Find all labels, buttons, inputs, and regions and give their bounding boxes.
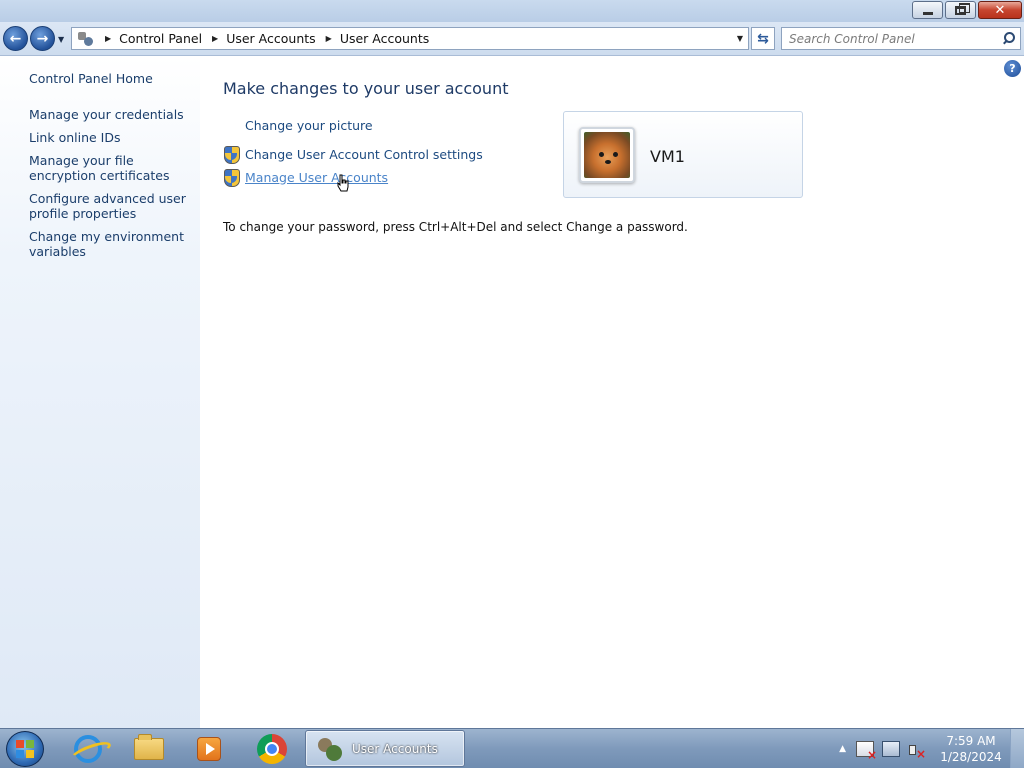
sidebar-item-encryption-certificates[interactable]: Manage your file encryption certificates: [29, 153, 194, 183]
system-tray: ▲ 7:59 AM 1/28/2024: [839, 729, 1024, 768]
search-icon[interactable]: [1000, 31, 1016, 47]
hand-cursor-icon: [337, 174, 349, 192]
back-arrow-icon: ←: [9, 30, 22, 47]
windows-explorer-icon: [134, 734, 164, 760]
breadcrumb-control-panel[interactable]: Control Panel: [119, 31, 202, 46]
clock-date: 1/28/2024: [940, 750, 1002, 764]
taskbar-window-label: User Accounts: [352, 741, 438, 756]
restore-icon: [955, 2, 970, 15]
navigation-bar: ← → ▼ ▶ Control Panel ▶ User Accounts ▶ …: [0, 22, 1024, 56]
breadcrumb-user-accounts-current[interactable]: User Accounts: [340, 31, 429, 46]
show-hidden-icons-button[interactable]: ▲: [839, 744, 846, 754]
show-desktop-button[interactable]: [1010, 729, 1024, 768]
control-panel-icon: [77, 31, 95, 47]
sidebar-item-link-online-ids[interactable]: Link online IDs: [29, 130, 194, 145]
taskbar-windows-explorer[interactable]: [121, 732, 177, 766]
forward-arrow-icon: →: [36, 30, 49, 47]
minimize-button[interactable]: [912, 1, 943, 19]
window-controls: ✕: [910, 1, 1022, 19]
uac-shield-icon: [223, 146, 240, 164]
sidebar-item-advanced-profile-properties[interactable]: Configure advanced user profile properti…: [29, 191, 194, 221]
breadcrumb-user-accounts[interactable]: User Accounts: [226, 31, 315, 46]
internet-explorer-icon: [74, 735, 102, 763]
back-button[interactable]: ←: [3, 26, 28, 51]
taskbar-chrome[interactable]: [244, 732, 300, 766]
chrome-icon: [257, 734, 287, 764]
clock-time: 7:59 AM: [946, 734, 996, 748]
breadcrumb-separator-icon[interactable]: ▶: [212, 34, 218, 43]
restore-button[interactable]: [945, 1, 976, 19]
change-picture-link[interactable]: Change your picture: [245, 118, 373, 133]
address-bar[interactable]: ▶ Control Panel ▶ User Accounts ▶ User A…: [71, 27, 749, 50]
volume-muted-icon[interactable]: [908, 741, 926, 761]
network-icon[interactable]: [882, 741, 900, 757]
clock[interactable]: 7:59 AM 1/28/2024: [938, 733, 1004, 765]
username: VM1: [650, 147, 685, 166]
sidebar-item-environment-variables[interactable]: Change my environment variables: [29, 229, 194, 259]
sidebar-links: Manage your credentials Link online IDs …: [29, 107, 194, 267]
taskbar-user-accounts-window[interactable]: User Accounts: [305, 730, 465, 767]
task-label[interactable]: Change User Account Control settings: [245, 147, 483, 162]
sidebar-item-manage-credentials[interactable]: Manage your credentials: [29, 107, 194, 122]
minimize-icon: [922, 11, 933, 15]
search-box[interactable]: [781, 27, 1021, 50]
breadcrumb-separator-icon[interactable]: ▶: [326, 34, 332, 43]
forward-button[interactable]: →: [30, 26, 55, 51]
help-icon: ?: [1009, 62, 1016, 75]
breadcrumb-separator-icon[interactable]: ▶: [105, 34, 111, 43]
task-pane: Control Panel Home Manage your credentia…: [0, 57, 200, 728]
user-account-tile: VM1: [563, 111, 803, 198]
pomeranian-dog-picture: [584, 132, 630, 178]
task-label[interactable]: Change your picture: [245, 118, 373, 133]
media-player-icon: [197, 737, 221, 761]
action-center-flag-icon[interactable]: [856, 741, 877, 762]
close-button[interactable]: ✕: [978, 1, 1022, 19]
taskbar: User Accounts ▲ 7:59 AM 1/28/2024: [0, 728, 1024, 768]
manage-user-accounts-link[interactable]: Manage User Accounts: [223, 169, 388, 187]
avatar: [579, 127, 635, 183]
start-button[interactable]: [6, 731, 44, 767]
task-label[interactable]: Manage User Accounts: [245, 170, 388, 185]
address-dropdown-icon[interactable]: ▼: [732, 34, 748, 43]
search-input[interactable]: [782, 28, 1000, 49]
taskbar-media-player[interactable]: [181, 732, 237, 766]
taskbar-internet-explorer[interactable]: [60, 732, 116, 766]
refresh-button[interactable]: ⇆: [751, 27, 775, 50]
user-accounts-icon: [316, 736, 344, 762]
windows-logo-icon: [16, 740, 34, 758]
help-button[interactable]: ?: [1004, 60, 1021, 77]
control-panel-home-link[interactable]: Control Panel Home: [29, 71, 153, 86]
recent-pages-dropdown[interactable]: ▼: [58, 35, 64, 44]
page-title: Make changes to your user account: [223, 79, 509, 98]
window-titlebar: ✕: [0, 0, 1024, 22]
change-uac-settings-link[interactable]: Change User Account Control settings: [223, 146, 483, 164]
refresh-icon: ⇆: [757, 30, 769, 47]
close-icon: ✕: [994, 2, 1006, 18]
uac-shield-icon: [223, 169, 240, 187]
password-note: To change your password, press Ctrl+Alt+…: [223, 220, 688, 234]
main-content: ? Make changes to your user account Chan…: [200, 57, 1024, 728]
